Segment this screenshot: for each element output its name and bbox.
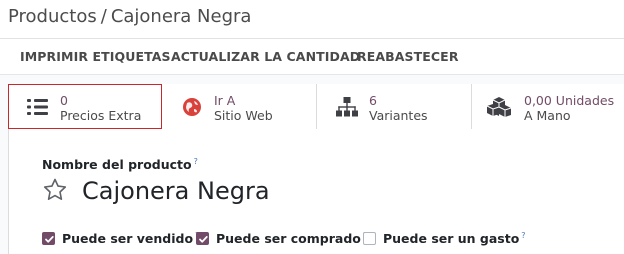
smart-button-value: 0 — [60, 93, 68, 108]
replenish-button[interactable]: REABASTECER — [357, 49, 459, 64]
sitemap-icon — [335, 96, 359, 118]
smart-button-text: 0 Precios Extra — [60, 93, 141, 123]
smart-button-label: Precios Extra — [60, 108, 142, 123]
checkbox-label: Puede ser un gasto? — [383, 231, 526, 247]
smart-button-label: Variantes — [369, 108, 428, 123]
on-hand-smart-button[interactable]: 0,00 Unidades A Mano — [472, 84, 624, 129]
product-name-label: Nombre del producto? — [42, 157, 198, 172]
globe-icon — [180, 96, 204, 118]
product-name-label-text: Nombre del producto — [42, 157, 192, 173]
checkbox-label: Puede ser comprado? — [216, 231, 367, 246]
control-panel-header: Productos / Cajonera Negra — [0, 0, 624, 39]
breadcrumb-current: Cajonera Negra — [110, 6, 252, 27]
breadcrumb: Productos / Cajonera Negra — [8, 6, 251, 27]
checkbox-label: Puede ser vendido? — [62, 231, 199, 246]
help-tooltip-icon[interactable]: ? — [194, 157, 198, 166]
variants-smart-button[interactable]: 6 Variantes — [317, 84, 472, 129]
smart-buttons-row: 0 Precios Extra Ir A Sitio Web 6 Variant… — [8, 84, 624, 129]
website-smart-button[interactable]: Ir A Sitio Web — [162, 84, 317, 129]
extra-prices-smart-button[interactable]: 0 Precios Extra — [8, 84, 162, 129]
smart-button-label: A Mano — [524, 108, 571, 123]
smart-button-value: Ir A — [214, 93, 236, 108]
smart-button-value: 0,00 Unidades — [524, 93, 615, 108]
checkbox-box[interactable] — [363, 232, 376, 245]
breadcrumb-separator: / — [100, 6, 107, 27]
checkbox-box[interactable] — [196, 232, 209, 245]
product-name-field[interactable]: Cajonera Negra — [82, 177, 270, 205]
smart-button-text: 0,00 Unidades A Mano — [524, 93, 614, 123]
smart-button-text: 6 Variantes — [369, 93, 428, 123]
help-tooltip-icon[interactable]: ? — [521, 231, 525, 240]
list-icon — [26, 96, 50, 118]
update-quantity-button[interactable]: ACTUALIZAR LA CANTIDAD — [171, 49, 360, 64]
favorite-star-icon[interactable] — [42, 177, 68, 203]
cubes-icon — [486, 96, 512, 118]
smart-button-value: 6 — [369, 93, 377, 108]
breadcrumb-link-productos[interactable]: Productos — [8, 6, 97, 27]
form-header-actions: IMPRIMIR ETIQUETAS ACTUALIZAR LA CANTIDA… — [0, 39, 624, 75]
print-labels-button[interactable]: IMPRIMIR ETIQUETAS — [20, 49, 171, 64]
smart-button-label: Sitio Web — [214, 108, 273, 123]
checkbox-box[interactable] — [42, 232, 55, 245]
smart-button-text: Ir A Sitio Web — [214, 93, 273, 123]
